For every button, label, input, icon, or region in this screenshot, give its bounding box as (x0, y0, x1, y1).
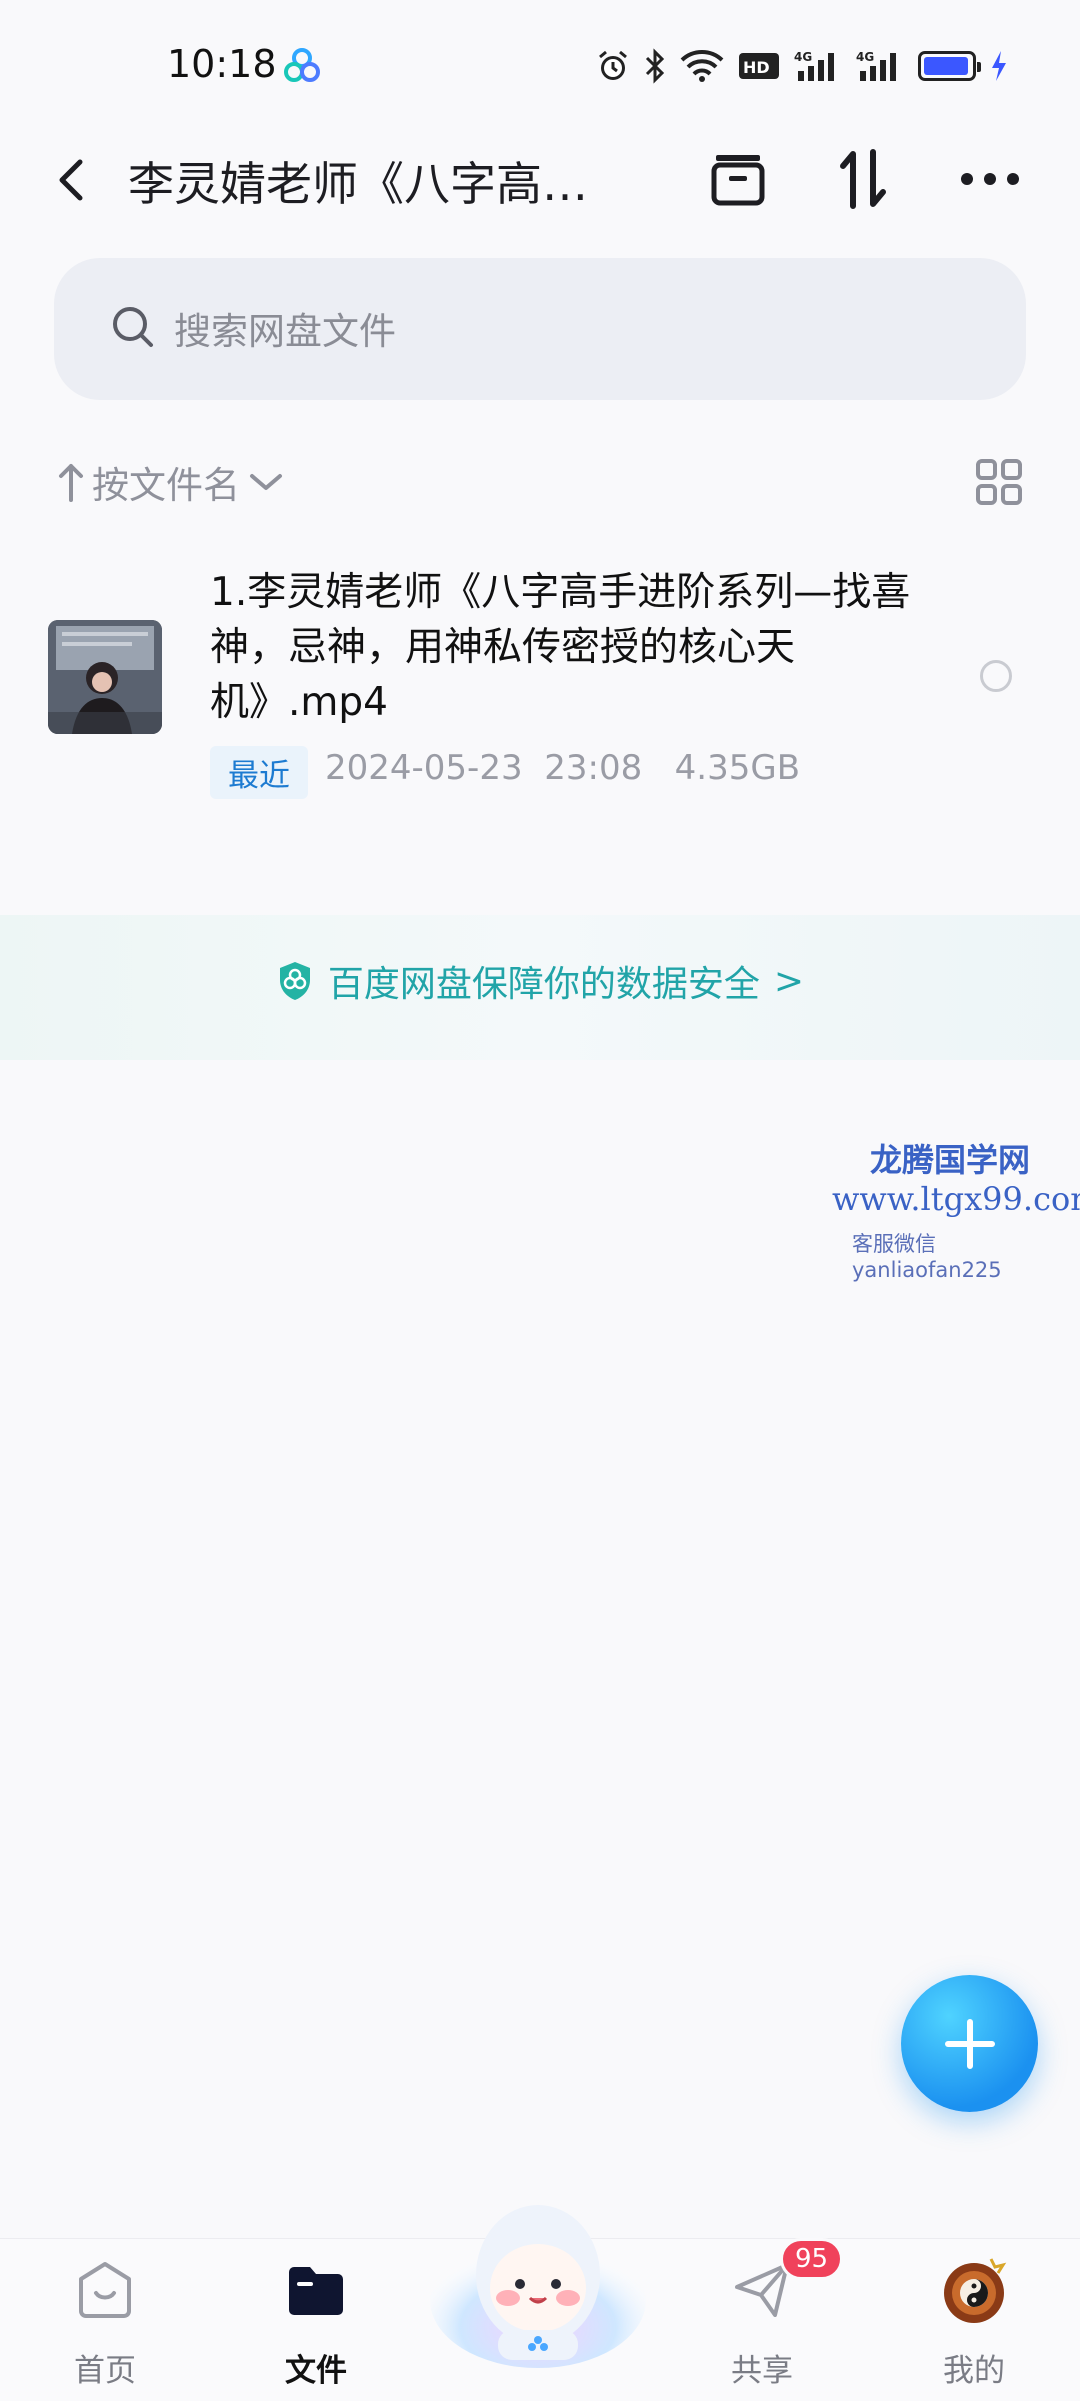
file-meta: 2024-05-23 23:08 4.35GB (325, 748, 800, 788)
plus-icon (944, 2018, 995, 2069)
add-button[interactable] (901, 1975, 1038, 2112)
search-icon (113, 307, 153, 347)
signal-4g-icon: 4G (856, 50, 896, 81)
share-notification-badge: 95 (780, 2238, 844, 2280)
arrow-up-icon (59, 464, 83, 502)
watermark-url: www.ltgx99.com (832, 1180, 1080, 1218)
chevron-down-icon (250, 474, 282, 490)
profile-avatar-icon (939, 2255, 1009, 2325)
nav-profile-label: 我的 (943, 2353, 1005, 2389)
status-icons: HD 4G 4G (596, 44, 1008, 88)
status-time: 10:18 (167, 42, 277, 86)
charging-icon (992, 51, 1006, 81)
chevron-right-icon: > (773, 960, 805, 1002)
video-thumbnail (48, 620, 162, 734)
more-icon[interactable] (955, 146, 1025, 212)
recent-badge: 最近 (210, 746, 308, 799)
home-icon (70, 2255, 140, 2325)
watermark-contact: 客服微信 yanliaofan225 (852, 1232, 1002, 1282)
assistant-mascot-icon[interactable] (428, 2180, 648, 2370)
archive-icon[interactable] (703, 146, 773, 212)
shield-icon (279, 962, 310, 1000)
file-name: 1.李灵婧老师《八字高手进阶系列—找喜神，忌神，用神私传密授的核心天机》.mp4 (210, 570, 911, 725)
svg-text:4G: 4G (856, 50, 874, 64)
sort-arrows-icon[interactable] (828, 146, 898, 212)
nav-share-label: 共享 (731, 2353, 793, 2389)
folder-icon (281, 2255, 351, 2325)
hd-icon: HD (739, 53, 779, 79)
select-checkbox[interactable] (980, 660, 1012, 692)
security-banner-text: 百度网盘保障你的数据安全 (327, 964, 760, 1005)
nav-files-label: 文件 (285, 2353, 347, 2389)
nav-profile[interactable]: 我的 (914, 2255, 1034, 2390)
bluetooth-icon (645, 48, 665, 84)
nav-files[interactable]: 文件 (256, 2255, 376, 2390)
grid-view-icon[interactable] (975, 458, 1023, 506)
battery-icon (918, 48, 981, 84)
alarm-icon (599, 50, 627, 80)
search-input[interactable] (172, 300, 876, 362)
file-date: 2024-05-23 (325, 748, 523, 788)
signal-4g-icon: 4G (794, 50, 834, 81)
nav-home[interactable]: 首页 (45, 2255, 165, 2390)
page-title: 李灵婧老师《八字高… (128, 157, 588, 211)
file-time: 23:08 (544, 748, 643, 788)
sort-control[interactable]: 按文件名 (58, 455, 284, 509)
wifi-icon (680, 50, 724, 82)
security-banner-content[interactable]: 百度网盘保障你的数据安全 > (0, 955, 1080, 1007)
watermark-title: 龙腾国学网 (870, 1141, 1031, 1179)
nav-home-label: 首页 (74, 2353, 136, 2389)
sort-label: 按文件名 (92, 464, 240, 507)
back-button[interactable] (48, 150, 96, 210)
file-size: 4.35GB (674, 748, 801, 788)
baidu-netdisk-icon (284, 48, 320, 82)
svg-text:HD: HD (743, 58, 770, 77)
svg-text:4G: 4G (794, 50, 812, 64)
